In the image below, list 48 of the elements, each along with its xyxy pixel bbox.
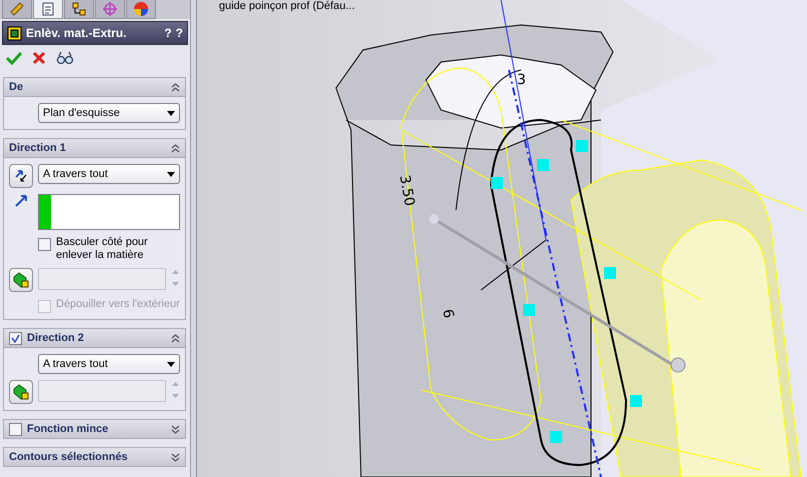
hierarchy-icon (70, 0, 88, 18)
checkbox[interactable] (9, 332, 22, 344)
collapse-icon[interactable] (171, 82, 180, 92)
help-link[interactable]: ? (164, 26, 172, 40)
group-header[interactable]: Fonction mince (4, 420, 185, 438)
reverse-direction-button[interactable] (9, 164, 33, 188)
caret-icon (167, 362, 175, 366)
panel-tab[interactable] (64, 0, 94, 19)
panel-tab[interactable] (33, 0, 63, 19)
checkbox[interactable] (9, 422, 22, 436)
help-link[interactable]: ? (176, 26, 183, 40)
dropdown[interactable]: Plan d'esquisse (38, 103, 180, 123)
collapse-icon[interactable] (171, 144, 180, 152)
feature-title: Enlèv. mat.-Extru. (26, 26, 128, 40)
caret-icon (167, 110, 175, 116)
arrows-icon (14, 169, 28, 183)
dropdown[interactable]: A travers tout (38, 164, 180, 184)
expand-icon[interactable] (171, 424, 180, 434)
feature-icon (7, 26, 22, 40)
draft-button[interactable] (9, 268, 33, 292)
dropdown[interactable]: A travers tout (38, 354, 180, 374)
group-header[interactable]: Direction 1 (4, 139, 185, 158)
panel-splitter[interactable] (191, 0, 197, 477)
expand-icon[interactable] (171, 452, 180, 462)
crosshair-icon (101, 0, 119, 18)
draft-button[interactable] (9, 380, 33, 404)
dimension-label[interactable]: 3 (517, 72, 526, 88)
direction-arrow[interactable] (429, 214, 686, 372)
dimension-label[interactable]: 6 (439, 308, 456, 320)
caret-icon (167, 172, 175, 176)
panel-tab[interactable] (126, 0, 156, 19)
tree-item[interactable]: guide poinçon prof (Défau... (219, 0, 355, 12)
checkbox-label: Dépouiller vers l'extérieur (56, 298, 180, 311)
checkbox-label: Basculer côté pour enlever la matière (56, 236, 149, 262)
cube-icon (13, 384, 29, 400)
checkbox[interactable] (38, 238, 51, 251)
arrow-icon (14, 194, 28, 208)
group-header[interactable]: Direction 2 (4, 329, 185, 348)
collapse-icon[interactable] (171, 334, 180, 342)
group-header[interactable]: De (4, 78, 185, 97)
close-icon[interactable] (32, 51, 46, 65)
dimension-label[interactable]: 3.50 (396, 174, 418, 208)
checkmark-icon[interactable] (6, 51, 22, 65)
panel-tab[interactable] (2, 0, 32, 19)
cube-icon (13, 272, 29, 288)
selection-list[interactable] (38, 194, 180, 230)
glasses-icon[interactable] (56, 51, 74, 65)
group-header[interactable]: Contours sélectionnés (4, 448, 185, 466)
